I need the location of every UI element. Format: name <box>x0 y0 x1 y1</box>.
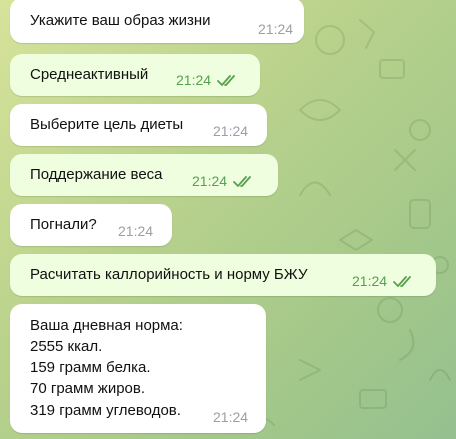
message-text: Расчитать каллорийность и норму БЖУ <box>30 266 308 283</box>
double-check-icon <box>233 175 255 188</box>
message-time: 21:24 <box>352 273 388 289</box>
message-text-line: 70 грамм жиров. <box>30 380 146 397</box>
message-bubble-incoming[interactable]: Погнали? 21:24 <box>10 204 172 246</box>
message-text-line: 319 грамм углеводов. <box>30 402 181 419</box>
message-meta: 21:24 <box>176 70 239 91</box>
message-meta: 21:24 <box>118 221 153 242</box>
message-meta: 21:24 <box>258 19 293 40</box>
message-meta: 21:24 <box>192 171 255 192</box>
message-bubble-incoming[interactable]: Укажите ваш образ жизни 21:24 <box>10 0 304 43</box>
message-text-line: 2555 ккал. <box>30 338 103 355</box>
message-meta: 21:24 <box>213 407 248 428</box>
message-bubble-incoming[interactable]: Выберите цель диеты 21:24 <box>10 104 267 146</box>
message-time: 21:24 <box>176 72 212 88</box>
message-bubble-outgoing[interactable]: Расчитать каллорийность и норму БЖУ 21:2… <box>10 254 436 296</box>
message-text: Укажите ваш образ жизни <box>30 12 211 29</box>
message-text: Поддержание веса <box>30 166 163 183</box>
message-bubble-outgoing[interactable]: Среднеактивный 21:24 <box>10 54 260 96</box>
message-time: 21:24 <box>258 21 294 37</box>
message-time: 21:24 <box>213 409 249 425</box>
message-text: Выберите цель диеты <box>30 116 184 133</box>
message-bubble-outgoing[interactable]: Поддержание веса 21:24 <box>10 154 278 196</box>
message-text: Среднеактивный <box>30 66 149 83</box>
message-time: 21:24 <box>192 173 228 189</box>
message-meta: 21:24 <box>352 271 415 292</box>
message-time: 21:24 <box>213 123 249 139</box>
message-meta: 21:24 <box>213 121 248 142</box>
message-time: 21:24 <box>118 223 154 239</box>
double-check-icon <box>217 74 239 87</box>
message-text: Погнали? <box>30 216 97 233</box>
message-text-line: Ваша дневная норма: <box>30 317 183 334</box>
double-check-icon <box>393 275 415 288</box>
message-bubble-incoming[interactable]: Ваша дневная норма: 2555 ккал. 159 грамм… <box>10 304 266 433</box>
message-text-line: 159 грамм белка. <box>30 359 151 376</box>
